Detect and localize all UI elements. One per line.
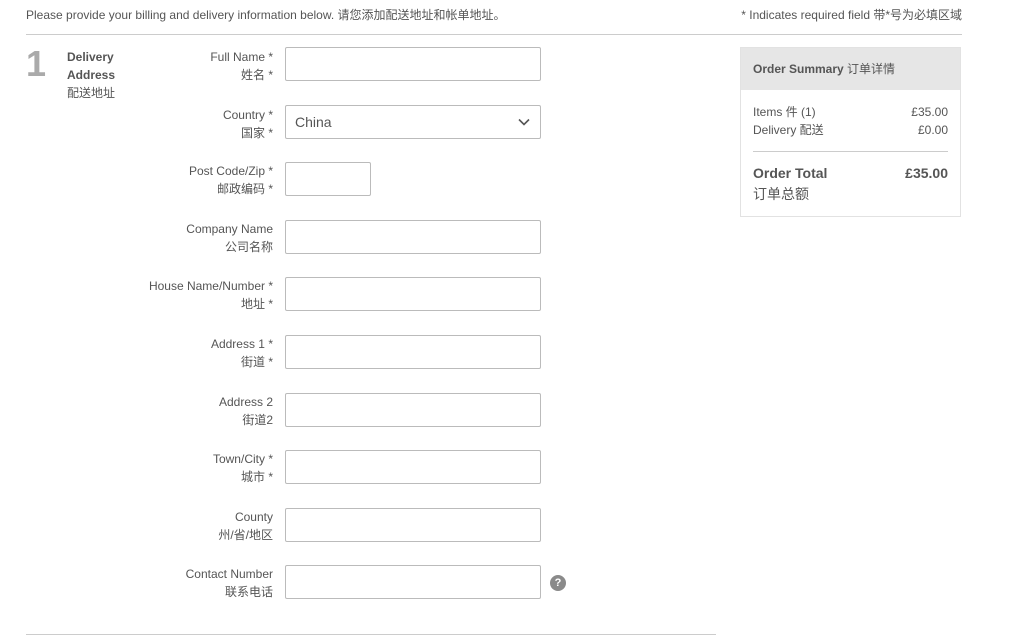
full-name-input[interactable] — [285, 47, 541, 81]
field-full-name: Full Name * 姓名 * — [0, 47, 700, 87]
town-city-input[interactable] — [285, 450, 541, 484]
address-1-label-zh: 街道 * — [240, 355, 273, 369]
country-select[interactable]: China — [285, 105, 541, 139]
field-country: Country * 国家 * China — [0, 105, 700, 145]
full-name-label-zh: 姓名 * — [240, 68, 273, 82]
field-contact-number: Contact Number 联系电话 ? — [0, 565, 700, 605]
order-summary-header: Order Summary 订单详情 — [741, 48, 960, 90]
house-number-label: House Name/Number * 地址 * — [103, 277, 273, 313]
company-name-label: Company Name 公司名称 — [103, 220, 273, 256]
contact-number-input[interactable] — [285, 565, 541, 599]
county-input[interactable] — [285, 508, 541, 542]
intro-text: Please provide your billing and delivery… — [26, 8, 506, 22]
items-label: Items 件 (1) — [753, 105, 816, 119]
order-summary-panel: Order Summary 订单详情 Items 件 (1) £35.00 De… — [740, 47, 961, 217]
post-code-label-en: Post Code/Zip * — [188, 164, 273, 178]
delivery-label: Delivery 配送 — [753, 123, 824, 137]
field-county: County 州/省/地区 — [0, 508, 700, 548]
contact-number-label-en: Contact Number — [185, 567, 273, 581]
company-name-input[interactable] — [285, 220, 541, 254]
town-city-label: Town/City * 城市 * — [103, 450, 273, 486]
county-label: County 州/省/地区 — [103, 508, 273, 544]
house-number-input[interactable] — [285, 277, 541, 311]
top-divider — [26, 34, 962, 35]
order-total-label-group: Order Total 订单总额 — [753, 164, 827, 203]
house-number-label-zh: 地址 * — [240, 297, 273, 311]
summary-divider — [753, 151, 948, 152]
address-2-label-en: Address 2 — [218, 395, 273, 409]
delivery-line: Delivery 配送 £0.00 — [753, 121, 948, 139]
county-label-zh: 州/省/地区 — [218, 528, 273, 542]
county-label-en: County — [234, 510, 273, 524]
order-summary-body: Items 件 (1) £35.00 Delivery 配送 £0.00 Ord… — [741, 90, 960, 203]
field-address-1: Address 1 * 街道 * — [0, 335, 700, 375]
country-select-value: China — [295, 114, 332, 130]
house-number-label-en: House Name/Number * — [148, 279, 273, 293]
address-2-label: Address 2 街道2 — [103, 393, 273, 429]
company-name-label-zh: 公司名称 — [224, 240, 273, 254]
post-code-label-zh: 邮政编码 * — [216, 182, 273, 196]
field-address-2: Address 2 街道2 — [0, 393, 700, 433]
town-city-label-zh: 城市 * — [240, 470, 273, 484]
delivery-value: £0.00 — [917, 123, 948, 137]
address-2-label-zh: 街道2 — [242, 413, 273, 427]
order-total-value: £35.00 — [905, 165, 948, 181]
order-summary-title-zh: 订单详情 — [847, 62, 896, 76]
bottom-divider — [26, 634, 716, 635]
address-1-input[interactable] — [285, 335, 541, 369]
company-name-label-en: Company Name — [186, 222, 273, 236]
chevron-down-icon — [518, 118, 530, 126]
field-company-name: Company Name 公司名称 — [0, 220, 700, 260]
contact-number-label: Contact Number 联系电话 — [103, 565, 273, 601]
order-total-line: Order Total 订单总额 £35.00 — [753, 164, 948, 203]
full-name-label: Full Name * 姓名 * — [103, 48, 273, 84]
field-post-code: Post Code/Zip * 邮政编码 * — [0, 162, 700, 202]
post-code-input[interactable] — [285, 162, 371, 196]
address-1-label: Address 1 * 街道 * — [103, 335, 273, 371]
order-summary-title: Order Summary — [753, 62, 844, 76]
country-label-zh: 国家 * — [240, 126, 273, 140]
address-2-input[interactable] — [285, 393, 541, 427]
address-1-label-en: Address 1 * — [210, 337, 273, 351]
help-icon[interactable]: ? — [550, 575, 566, 591]
items-line: Items 件 (1) £35.00 — [753, 103, 948, 121]
order-total-label-zh: 订单总额 — [753, 186, 809, 202]
contact-number-label-zh: 联系电话 — [224, 585, 273, 599]
order-total-label: Order Total — [753, 165, 828, 181]
field-house-number: House Name/Number * 地址 * — [0, 277, 700, 317]
post-code-label: Post Code/Zip * 邮政编码 * — [103, 162, 273, 198]
required-field-note: * Indicates required field 带*号为必填区域 — [741, 8, 962, 22]
field-town-city: Town/City * 城市 * — [0, 450, 700, 490]
full-name-label-en: Full Name * — [210, 50, 273, 64]
items-value: £35.00 — [911, 105, 948, 119]
country-label-en: Country * — [222, 108, 273, 122]
town-city-label-en: Town/City * — [212, 452, 273, 466]
country-label: Country * 国家 * — [103, 106, 273, 142]
